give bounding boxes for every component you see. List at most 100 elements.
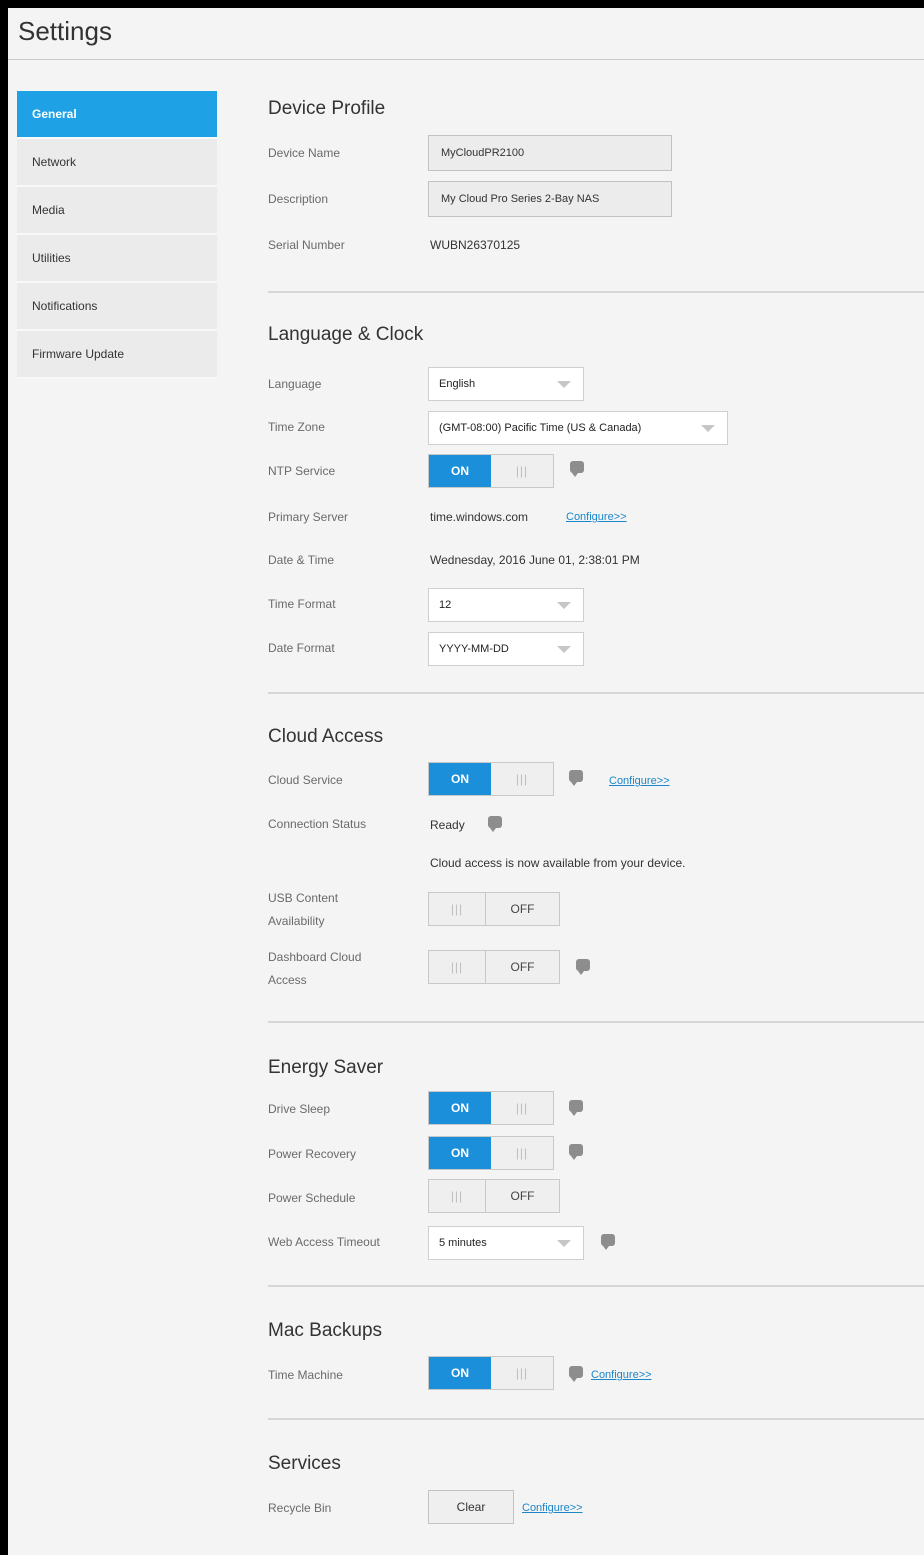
cloud-status-message: Cloud access is now available from your … <box>430 856 686 870</box>
toggle-on-label: ON <box>429 763 491 795</box>
toggle-grip: ||| <box>429 1180 486 1212</box>
cloud-service-label: Cloud Service <box>268 773 343 787</box>
toggle-off-label: OFF <box>510 960 535 974</box>
dashboard-cloud-toggle[interactable]: ||| OFF <box>428 950 560 984</box>
time-format-label: Time Format <box>268 597 336 611</box>
toggle-off-label: OFF <box>510 1189 535 1203</box>
title-divider <box>8 59 924 60</box>
date-time-label: Date & Time <box>268 553 335 567</box>
date-format-value: YYYY-MM-DD <box>439 643 509 655</box>
services-title: Services <box>268 1453 341 1474</box>
info-icon[interactable] <box>488 816 502 832</box>
usb-content-label-line1: USB Content <box>268 891 339 905</box>
device-name-field[interactable] <box>428 135 672 171</box>
dashboard-cloud-label-line2: Access <box>268 973 307 987</box>
usb-content-label-line2: Availability <box>268 914 325 928</box>
info-icon[interactable] <box>601 1234 615 1250</box>
description-field[interactable] <box>428 181 672 217</box>
info-icon[interactable] <box>570 461 584 477</box>
info-icon[interactable] <box>576 959 590 975</box>
device-profile-title: Device Profile <box>268 98 386 119</box>
toggle-grip: ||| <box>515 772 529 786</box>
section-divider <box>268 692 924 694</box>
section-divider <box>268 291 924 293</box>
toggle-grip: ||| <box>515 1366 529 1380</box>
power-schedule-label: Power Schedule <box>268 1191 356 1205</box>
window-frame-left <box>0 0 8 1555</box>
primary-server-label: Primary Server <box>268 510 349 524</box>
info-icon[interactable] <box>569 1366 583 1382</box>
language-select[interactable]: English <box>428 367 584 401</box>
chevron-down-icon <box>557 646 571 653</box>
serial-number-label: Serial Number <box>268 238 345 252</box>
sidebar-item-notifications[interactable]: Notifications <box>17 283 217 331</box>
time-format-value: 12 <box>439 599 452 611</box>
web-access-timeout-value: 5 minutes <box>439 1237 487 1249</box>
chevron-down-icon <box>557 381 571 388</box>
date-format-select[interactable]: YYYY-MM-DD <box>428 632 584 666</box>
date-format-label: Date Format <box>268 641 335 655</box>
device-name-label: Device Name <box>268 146 341 160</box>
chevron-down-icon <box>557 602 571 609</box>
page-title: Settings <box>18 16 112 46</box>
recycle-bin-label: Recycle Bin <box>268 1501 332 1515</box>
cloud-service-toggle[interactable]: ON ||| <box>428 762 554 796</box>
toggle-grip: ||| <box>515 1146 529 1160</box>
ntp-service-label: NTP Service <box>268 464 336 478</box>
description-label: Description <box>268 192 329 206</box>
primary-server-value: time.windows.com <box>430 510 529 524</box>
toggle-on-label: ON <box>429 1092 491 1124</box>
toggle-grip: ||| <box>429 893 486 925</box>
web-access-timeout-select[interactable]: 5 minutes <box>428 1226 584 1260</box>
drive-sleep-label: Drive Sleep <box>268 1102 331 1116</box>
section-divider <box>268 1285 924 1287</box>
chevron-down-icon <box>701 425 715 432</box>
time-machine-toggle[interactable]: ON ||| <box>428 1356 554 1390</box>
cloud-access-title: Cloud Access <box>268 726 384 747</box>
usb-content-toggle[interactable]: ||| OFF <box>428 892 560 926</box>
toggle-on-label: ON <box>429 1137 491 1169</box>
language-value: English <box>439 378 476 390</box>
connection-status-label: Connection Status <box>268 817 367 831</box>
chevron-down-icon <box>557 1240 571 1247</box>
section-divider <box>268 1418 924 1420</box>
time-machine-configure-link[interactable]: Configure>> <box>591 1369 652 1381</box>
power-recovery-toggle[interactable]: ON ||| <box>428 1136 554 1170</box>
toggle-off-label: OFF <box>510 902 535 916</box>
section-divider <box>268 1021 924 1023</box>
primary-server-configure-link[interactable]: Configure>> <box>566 511 627 523</box>
window-frame-top <box>0 0 924 8</box>
time-machine-label: Time Machine <box>268 1368 343 1382</box>
recycle-bin-configure-link[interactable]: Configure>> <box>522 1502 583 1514</box>
date-time-value: Wednesday, 2016 June 01, 2:38:01 PM <box>430 553 640 567</box>
connection-status-value: Ready <box>430 818 465 832</box>
info-icon[interactable] <box>569 770 583 786</box>
power-recovery-label: Power Recovery <box>268 1147 357 1161</box>
time-format-select[interactable]: 12 <box>428 588 584 622</box>
energy-saver-title: Energy Saver <box>268 1057 384 1078</box>
mac-backups-title: Mac Backups <box>268 1320 383 1341</box>
drive-sleep-toggle[interactable]: ON ||| <box>428 1091 554 1125</box>
sidebar-item-general[interactable]: General <box>17 91 217 139</box>
sidebar-item-network[interactable]: Network <box>17 139 217 187</box>
dashboard-cloud-label-line1: Dashboard Cloud <box>268 950 362 964</box>
sidebar-item-media[interactable]: Media <box>17 187 217 235</box>
info-icon[interactable] <box>569 1144 583 1160</box>
toggle-grip: ||| <box>429 951 486 983</box>
serial-number-value: WUBN26370125 <box>430 238 521 252</box>
settings-sidebar: General Network Media Utilities Notifica… <box>17 91 217 379</box>
timezone-label: Time Zone <box>268 420 325 434</box>
toggle-grip: ||| <box>515 1101 529 1115</box>
ntp-service-toggle[interactable]: ON ||| <box>428 454 554 488</box>
toggle-on-label: ON <box>429 1357 491 1389</box>
language-clock-title: Language & Clock <box>268 324 424 345</box>
cloud-service-configure-link[interactable]: Configure>> <box>609 775 670 787</box>
language-label: Language <box>268 377 322 391</box>
power-schedule-toggle[interactable]: ||| OFF <box>428 1179 560 1213</box>
info-icon[interactable] <box>569 1100 583 1116</box>
timezone-select[interactable]: (GMT-08:00) Pacific Time (US & Canada) <box>428 411 728 445</box>
sidebar-item-firmware-update[interactable]: Firmware Update <box>17 331 217 379</box>
recycle-bin-clear-button[interactable]: Clear <box>428 1490 514 1524</box>
sidebar-item-utilities[interactable]: Utilities <box>17 235 217 283</box>
toggle-on-label: ON <box>429 455 491 487</box>
